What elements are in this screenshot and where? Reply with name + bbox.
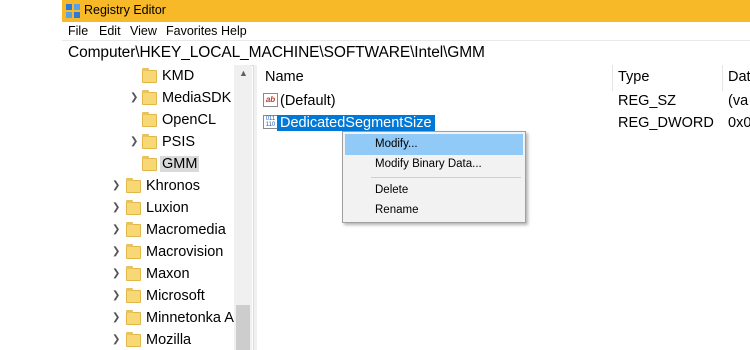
menu-file[interactable]: File xyxy=(68,24,88,38)
value-data: (va xyxy=(728,93,749,109)
registry-editor-icon xyxy=(66,4,80,18)
value-name: DedicatedSegmentSize xyxy=(277,115,435,131)
chevron-right-icon[interactable]: ❯ xyxy=(112,224,120,235)
chevron-right-icon[interactable]: ❯ xyxy=(112,290,120,301)
tree-item-label: PSIS xyxy=(162,134,196,150)
menu-item-label: Delete xyxy=(375,184,409,196)
tree-item-label: Khronos xyxy=(146,178,201,194)
tree-item-label: OpenCL xyxy=(162,112,217,128)
tree-item-label: Maxon xyxy=(146,266,190,282)
column-divider[interactable] xyxy=(612,65,613,91)
column-header-name[interactable]: Name xyxy=(265,69,304,85)
folder-icon xyxy=(126,266,141,281)
chevron-right-icon[interactable]: ❯ xyxy=(112,334,120,345)
chevron-right-icon[interactable]: ❯ xyxy=(130,92,138,103)
chevron-right-icon[interactable]: ❯ xyxy=(112,268,120,279)
menu-edit[interactable]: Edit xyxy=(99,24,121,38)
folder-icon xyxy=(142,134,157,149)
binary-value-icon: 011 110 xyxy=(263,115,278,129)
title-bar: Registry Editor xyxy=(62,0,750,22)
scrollbar-thumb[interactable] xyxy=(236,305,250,350)
column-header-type[interactable]: Type xyxy=(618,69,649,85)
chevron-right-icon[interactable]: ❯ xyxy=(112,246,120,257)
value-type: REG_DWORD xyxy=(618,115,714,131)
folder-icon xyxy=(142,90,157,105)
tree-item-label: Microsoft xyxy=(146,288,205,304)
menu-item-label: Modify Binary Data... xyxy=(375,158,482,170)
folder-icon xyxy=(126,332,141,347)
menu-item-label: Modify... xyxy=(375,138,418,150)
window-title: Registry Editor xyxy=(84,3,166,17)
value-row-default[interactable]: ab (Default) REG_SZ (va xyxy=(257,90,750,112)
folder-icon xyxy=(126,222,141,237)
folder-icon xyxy=(126,310,141,325)
menu-separator xyxy=(371,177,521,178)
tree-item-label: Macromedia xyxy=(146,222,226,238)
chevron-right-icon[interactable]: ❯ xyxy=(112,202,120,213)
menu-item-label: Rename xyxy=(375,204,419,216)
context-menu: Modify... Modify Binary Data... Delete R… xyxy=(342,131,526,223)
tree-item-label: KMD xyxy=(162,68,195,84)
folder-icon xyxy=(126,288,141,303)
menu-favorites[interactable]: Favorites xyxy=(166,24,217,38)
address-bar[interactable]: Computer\HKEY_LOCAL_MACHINE\SOFTWARE\Int… xyxy=(62,40,750,66)
tree-item-label: Macrovision xyxy=(146,244,224,260)
menu-item-modify-binary-data[interactable]: Modify Binary Data... xyxy=(345,154,523,175)
folder-icon xyxy=(142,112,157,127)
folder-icon xyxy=(142,156,157,171)
column-header-data[interactable]: Dat xyxy=(728,69,750,85)
tree-item-label: Luxion xyxy=(146,200,189,216)
folder-icon xyxy=(126,200,141,215)
value-name: (Default) xyxy=(280,93,336,109)
tree-item-label: Minnetonka A xyxy=(146,310,234,326)
scroll-up-icon[interactable]: ▲ xyxy=(239,68,248,78)
menu-item-delete[interactable]: Delete xyxy=(345,180,523,201)
tree-item-label: MediaSDK xyxy=(162,90,232,106)
value-type: REG_SZ xyxy=(618,93,677,109)
menu-item-rename[interactable]: Rename xyxy=(345,200,523,221)
menu-view[interactable]: View xyxy=(130,24,157,38)
folder-icon xyxy=(142,68,157,83)
tree-scrollbar[interactable]: ▲ xyxy=(234,65,252,350)
string-value-icon: ab xyxy=(263,93,278,107)
chevron-right-icon[interactable]: ❯ xyxy=(112,312,120,323)
chevron-right-icon[interactable]: ❯ xyxy=(112,180,120,191)
address-path[interactable]: Computer\HKEY_LOCAL_MACHINE\SOFTWARE\Int… xyxy=(68,44,485,62)
key-tree: KMD ❯ MediaSDK OpenCL ❯ PSIS GMM ❯ Khron… xyxy=(62,65,252,350)
tree-item-label: Mozilla xyxy=(146,332,192,348)
column-divider[interactable] xyxy=(722,65,723,91)
chevron-right-icon[interactable]: ❯ xyxy=(130,136,138,147)
menu-bar: File Edit View Favorites Help xyxy=(62,22,750,40)
value-data: 0x0 xyxy=(728,115,750,131)
menu-help[interactable]: Help xyxy=(221,24,247,38)
folder-icon xyxy=(126,244,141,259)
menu-item-modify[interactable]: Modify... xyxy=(345,134,523,155)
tree-item-label: GMM xyxy=(160,156,200,172)
folder-icon xyxy=(126,178,141,193)
